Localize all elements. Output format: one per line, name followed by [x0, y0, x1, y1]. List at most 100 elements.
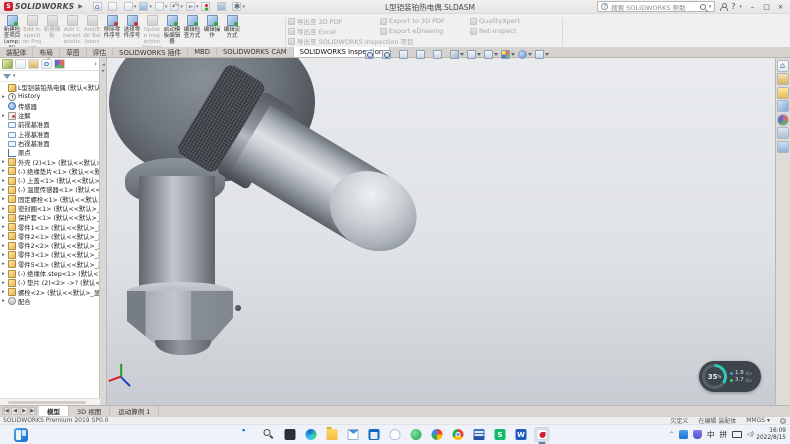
tree-item[interactable]: ▸ 零件3<1> (默认<<默认>_显示状态	[0, 250, 99, 259]
taskbar-app[interactable]: W	[514, 427, 529, 442]
ribbon-tab[interactable]: MBD	[188, 47, 217, 57]
configurationmanager-tab[interactable]	[28, 59, 39, 69]
dropdown-caret-icon[interactable]	[494, 53, 498, 56]
scrollbar-thumb[interactable]	[8, 401, 86, 405]
export-menu-item[interactable]: Net-Inspect	[470, 26, 550, 36]
design-library-icon[interactable]	[777, 73, 789, 85]
view-orientation-icon[interactable]	[450, 50, 459, 59]
document-tab[interactable]: 模型	[39, 406, 69, 416]
appearances-icon[interactable]	[777, 114, 789, 126]
close-button[interactable]: ×	[774, 1, 787, 12]
new-document-icon[interactable]	[108, 2, 117, 11]
export-menu-item[interactable]: Export eDrawing	[380, 26, 470, 36]
view-settings-icon[interactable]	[535, 50, 544, 59]
ribbon-tab[interactable]: 装配体	[0, 47, 33, 57]
edit-appearance-icon[interactable]	[501, 50, 510, 59]
tree-item[interactable]: ▸ 配合	[0, 297, 99, 306]
zoom-area-icon[interactable]	[382, 50, 391, 59]
tray-security-icon[interactable]	[693, 430, 702, 439]
dropdown-caret-icon[interactable]: ▾	[196, 4, 199, 10]
dropdown-caret-icon[interactable]	[528, 53, 532, 56]
ribbon-button[interactable]: Edit Inspection Project	[23, 15, 42, 51]
tree-item[interactable]: ▸ History	[0, 92, 99, 101]
minimize-button[interactable]: –	[746, 1, 759, 12]
ribbon-tab[interactable]: SOLIDWORKS 插件	[113, 47, 188, 57]
taskbar-app[interactable]	[241, 427, 256, 442]
tray-netdisk-icon[interactable]	[679, 430, 688, 439]
tree-item[interactable]: ▸ 保护套<1> (默认<<默认>_显示状	[0, 213, 99, 222]
select-cursor-icon[interactable]: ➢	[186, 2, 195, 11]
dropdown-caret-icon[interactable]: ▾	[180, 4, 183, 10]
hide-show-items-icon[interactable]	[484, 50, 493, 59]
tree-item[interactable]: ▸ 零件2<2> (默认<<默认>_显示状态	[0, 241, 99, 250]
ribbon-button[interactable]: 新建模板	[43, 15, 62, 39]
tree-item[interactable]: ▸ 零件2<1> (默认<<默认>_显示状态	[0, 232, 99, 241]
taskbar-app[interactable]	[430, 427, 445, 442]
status-units[interactable]: MMGS ▾	[746, 417, 770, 424]
taskbar-app[interactable]	[472, 427, 487, 442]
dropdown-caret-icon[interactable]	[545, 53, 549, 56]
search-input[interactable]: 搜索 SOLIDWORKS 帮助	[611, 2, 696, 12]
filter-caret-icon[interactable]: ▾	[13, 73, 16, 79]
panel-splitter[interactable]: ◂▸	[100, 58, 107, 405]
display-style-icon[interactable]	[467, 50, 476, 59]
taskbar-clock[interactable]: 16:09 2022/8/15	[756, 428, 786, 442]
dropdown-caret-icon[interactable]	[460, 53, 464, 56]
file-explorer-icon[interactable]	[777, 87, 789, 99]
ribbon-button[interactable]: Update Inspection Project	[143, 15, 162, 51]
ime-type-indicator[interactable]: 拼	[720, 429, 728, 440]
ribbon-button[interactable]: 移除零件序号	[103, 15, 122, 39]
tree-item[interactable]: 右视基准面	[0, 139, 99, 148]
tree-item[interactable]: ▸ 零件5<1> (默认<<默认>_显示状态	[0, 260, 99, 269]
search-caret-icon[interactable]: ▾	[709, 4, 712, 10]
ribbon-button[interactable]: 编辑检查方式	[183, 15, 202, 39]
export-menu-item[interactable]: 导出至 SOLIDWORKS Inspection 项目	[288, 36, 448, 46]
tree-item[interactable]: ▸ 外壳 (2)<1> (默认<<默认>_显示状	[0, 157, 99, 166]
export-menu-item[interactable]: QualityXpert	[470, 16, 550, 26]
featuremanager-tab[interactable]	[2, 59, 13, 69]
taskbar-app[interactable]: S	[493, 427, 508, 442]
ime-mode-indicator[interactable]: 中	[707, 429, 715, 440]
ribbon-button[interactable]: 新建检查项目(amp;N)	[3, 15, 22, 51]
ribbon-button[interactable]: 编辑宏方式	[223, 15, 242, 39]
ribbon-button[interactable]: 编辑操作	[203, 15, 222, 39]
taskbar-app[interactable]	[388, 427, 403, 442]
zoom-fit-icon[interactable]	[365, 50, 374, 59]
ribbon-tab[interactable]: 布局	[33, 47, 60, 57]
custom-properties-icon[interactable]	[777, 127, 789, 139]
status-globe-icon[interactable]	[780, 418, 786, 424]
propertymanager-tab[interactable]	[15, 59, 26, 69]
document-tab[interactable]: 3D 视图	[69, 406, 110, 416]
home-icon[interactable]: ⌂	[93, 2, 102, 11]
previous-view-icon[interactable]	[399, 50, 408, 59]
widgets-icon[interactable]	[14, 428, 28, 442]
dimxpertmanager-tab[interactable]	[41, 59, 52, 69]
cast-display-icon[interactable]	[732, 431, 742, 438]
model-nut-hole[interactable]	[235, 305, 241, 311]
model-bottom-stub[interactable]	[155, 340, 211, 355]
tab-nav-arrow-icon[interactable]: ▶	[20, 407, 28, 415]
taskbar-app[interactable]	[409, 427, 424, 442]
forum-icon[interactable]	[777, 141, 789, 153]
tree-item[interactable]: 前视基准面	[0, 120, 99, 129]
tree-item[interactable]: ▸ 注解	[0, 111, 99, 120]
taskbar-app[interactable]	[346, 427, 361, 442]
ribbon-button[interactable]: 选择零件序号	[123, 15, 142, 39]
annotation-views-icon[interactable]	[433, 50, 442, 59]
taskbar-app[interactable]	[367, 427, 382, 442]
displaymanager-tab[interactable]	[54, 59, 65, 69]
section-view-icon[interactable]	[416, 50, 425, 59]
search-icon[interactable]	[700, 4, 706, 10]
tree-item[interactable]: ▸ 固定螺栓<1> (默认<<默认>_显示	[0, 195, 99, 204]
tab-nav-arrow-icon[interactable]: |◀	[2, 407, 10, 415]
tree-item[interactable]: ▸ 螺栓<2> (默认<<默认>_显示状态	[0, 288, 99, 297]
ribbon-tab[interactable]: 评估	[87, 47, 114, 57]
help-caret-icon[interactable]: ▾	[739, 4, 742, 10]
filter-icon[interactable]	[3, 74, 11, 79]
document-tab[interactable]: 运动算例 1	[110, 406, 159, 416]
ribbon-tab[interactable]: 草图	[60, 47, 87, 57]
tree-item[interactable]: 原点	[0, 148, 99, 157]
panel-tabs-overflow-icon[interactable]: ›	[94, 60, 97, 68]
model-hex-nut[interactable]	[127, 291, 233, 343]
export-menu-item[interactable]: Export to 3D PDF	[380, 16, 470, 26]
